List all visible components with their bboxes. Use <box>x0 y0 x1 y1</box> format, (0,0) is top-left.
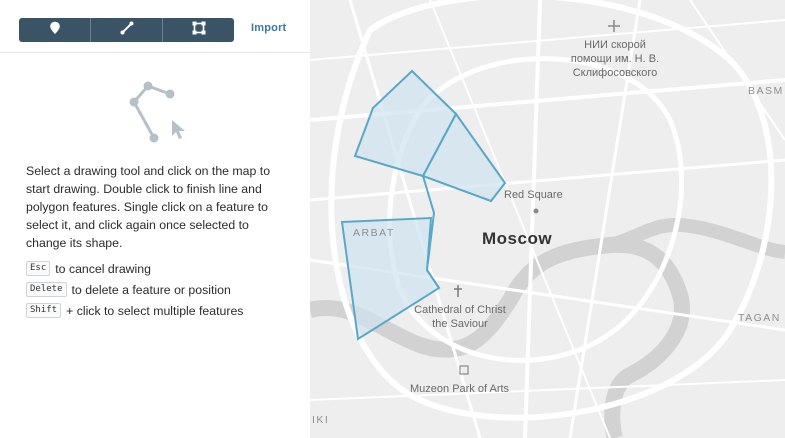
moscow-label: Moscow <box>482 229 553 248</box>
muzeon-label: Muzeon Park of Arts <box>410 383 510 395</box>
arbat-label: ARBAT <box>353 227 395 239</box>
shortcut-shift-text: + click to select multiple features <box>66 303 244 318</box>
instructions-text: Select a drawing tool and click on the m… <box>26 164 271 250</box>
iki-label: IKI <box>312 414 330 426</box>
map-canvas[interactable]: НИИ скорой помощи им. Н. В. Склифосовско… <box>310 0 785 438</box>
key-shift: Shift <box>26 303 62 318</box>
shortcut-delete-text: to delete a feature or position <box>71 282 231 297</box>
import-button[interactable]: Import <box>251 22 286 34</box>
shortcut-esc: Esc to cancel drawing <box>26 261 151 276</box>
key-delete: Delete <box>26 282 67 297</box>
shortcut-delete: Delete to delete a feature or position <box>26 282 231 297</box>
line-icon <box>120 21 134 40</box>
shortcut-esc-text: to cancel drawing <box>55 261 151 276</box>
marker-icon <box>49 21 61 40</box>
draw-point-button[interactable] <box>19 18 91 42</box>
draw-line-illustration-icon <box>122 78 192 155</box>
hospital-label: НИИ скорой помощи им. Н. В. Склифосовско… <box>560 38 670 80</box>
red-square-dot <box>533 208 539 214</box>
hospital-icon <box>608 20 620 32</box>
tagan-label: TAGAN <box>738 312 781 324</box>
map-base <box>310 0 785 438</box>
draw-tool-group <box>19 18 234 42</box>
basm-label: BASM <box>748 85 784 97</box>
polygon-icon <box>192 21 206 40</box>
key-esc: Esc <box>26 261 51 276</box>
draw-line-button[interactable] <box>91 18 163 42</box>
shortcut-shift: Shift + click to select multiple feature… <box>26 303 243 318</box>
cathedral-icon <box>454 285 462 297</box>
draw-toolbar: Import <box>19 18 289 44</box>
cathedral-label-text: Cathedral of Christ the Saviour <box>414 304 506 330</box>
sidebar: Import Select a drawing tool and click o… <box>0 0 310 438</box>
cathedral-label: Cathedral of Christ the Saviour <box>398 303 522 331</box>
hospital-label-text: НИИ скорой помощи им. Н. В. Склифосовско… <box>570 39 660 79</box>
toolbar-divider <box>0 52 310 53</box>
red-square-label: Red Square <box>504 189 563 201</box>
draw-polygon-button[interactable] <box>163 18 234 42</box>
